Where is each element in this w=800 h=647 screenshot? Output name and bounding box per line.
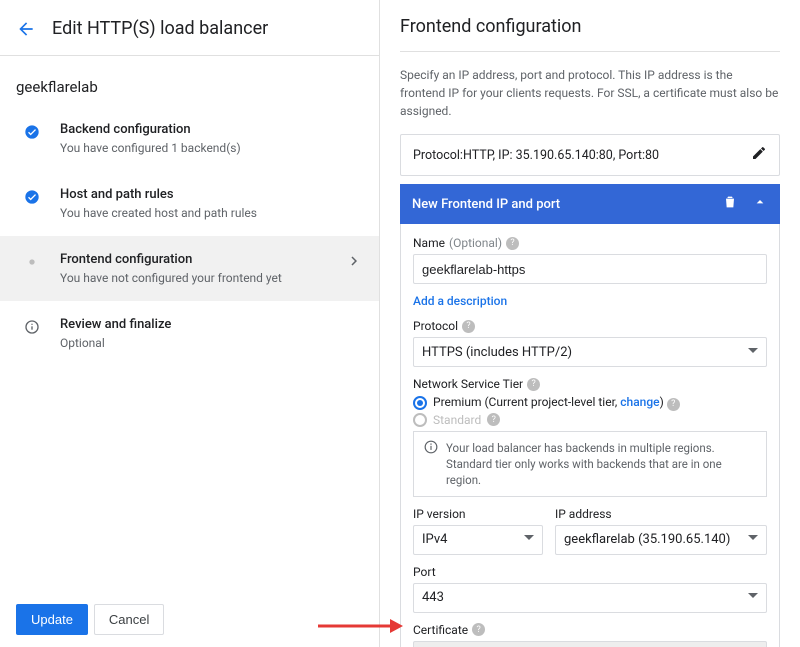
steps-list: Backend configuration You have configure… (0, 106, 379, 592)
cancel-button[interactable]: Cancel (94, 604, 164, 635)
panel-title: New Frontend IP and port (412, 197, 560, 212)
bullet-icon (22, 254, 42, 270)
existing-entry-text: Protocol:HTTP, IP: 35.190.65.140:80, Por… (413, 148, 659, 163)
protocol-value: HTTPS (includes HTTP/2) (422, 345, 572, 360)
ip-version-label: IP version (413, 507, 466, 521)
back-arrow-icon[interactable] (16, 19, 36, 39)
check-circle-icon (22, 124, 42, 140)
check-circle-icon (22, 189, 42, 205)
page-title: Edit HTTP(S) load balancer (52, 18, 268, 39)
certificate-select[interactable]: Select a certificate (413, 641, 767, 647)
radio-unselected-icon (413, 413, 427, 427)
help-icon[interactable]: ? (506, 237, 519, 250)
delete-icon[interactable] (722, 194, 738, 214)
info-icon (22, 319, 42, 335)
port-value: 443 (422, 590, 444, 605)
protocol-select[interactable]: HTTPS (includes HTTP/2) (413, 337, 767, 367)
change-tier-link[interactable]: change (620, 395, 659, 409)
ip-address-label: IP address (555, 507, 612, 521)
step-review[interactable]: Review and finalize Optional (0, 301, 379, 366)
port-select[interactable]: 443 (413, 583, 767, 613)
step-subtitle: You have configured 1 backend(s) (60, 141, 363, 155)
caret-down-icon (524, 532, 534, 547)
caret-down-icon (748, 590, 758, 605)
help-icon[interactable]: ? (472, 623, 485, 636)
edit-icon[interactable] (751, 145, 767, 165)
tier-info-box: Your load balancer has backends in multi… (413, 431, 767, 497)
load-balancer-name: geekflarelab (0, 56, 379, 106)
frontend-config-title: Frontend configuration (400, 16, 780, 52)
caret-down-icon (748, 345, 758, 360)
tier-standard-radio: Standard ? (413, 413, 767, 427)
tier-label: Network Service Tier (413, 377, 523, 391)
protocol-label: Protocol (413, 319, 458, 333)
help-icon[interactable]: ? (667, 398, 680, 411)
tier-premium-radio[interactable]: Premium (Current project-level tier, cha… (413, 395, 767, 411)
step-host-rules[interactable]: Host and path rules You have created hos… (0, 171, 379, 236)
ip-version-select[interactable]: IPv4 (413, 525, 543, 555)
chevron-right-icon (345, 252, 363, 270)
name-input[interactable] (413, 254, 767, 284)
caret-down-icon (748, 532, 758, 547)
step-frontend[interactable]: Frontend configuration You have not conf… (0, 236, 379, 301)
step-title: Backend configuration (60, 122, 363, 137)
new-frontend-panel-header: New Frontend IP and port (400, 184, 780, 224)
step-title: Frontend configuration (60, 252, 345, 267)
help-icon[interactable]: ? (462, 320, 475, 333)
help-icon[interactable]: ? (487, 413, 500, 426)
step-subtitle: You have not configured your frontend ye… (60, 271, 345, 285)
existing-frontend-entry[interactable]: Protocol:HTTP, IP: 35.190.65.140:80, Por… (400, 134, 780, 176)
name-label: Name (413, 236, 445, 250)
step-subtitle: Optional (60, 336, 363, 350)
step-subtitle: You have created host and path rules (60, 206, 363, 220)
ip-version-value: IPv4 (422, 532, 447, 547)
ip-address-value: geekflarelab (35.190.65.140) (564, 532, 730, 547)
ip-address-select[interactable]: geekflarelab (35.190.65.140) (555, 525, 767, 555)
step-title: Host and path rules (60, 187, 363, 202)
chevron-up-icon[interactable] (752, 194, 768, 214)
add-description-link[interactable]: Add a description (413, 294, 507, 308)
optional-label: (Optional) (449, 236, 502, 250)
tier-info-text: Your load balancer has backends in multi… (446, 440, 756, 488)
certificate-label: Certificate (413, 623, 468, 637)
info-icon (424, 440, 438, 488)
update-button[interactable]: Update (16, 604, 88, 635)
step-title: Review and finalize (60, 317, 363, 332)
help-icon[interactable]: ? (527, 378, 540, 391)
frontend-config-description: Specify an IP address, port and protocol… (400, 66, 780, 120)
radio-selected-icon (413, 396, 427, 410)
port-label: Port (413, 565, 436, 579)
step-backend[interactable]: Backend configuration You have configure… (0, 106, 379, 171)
